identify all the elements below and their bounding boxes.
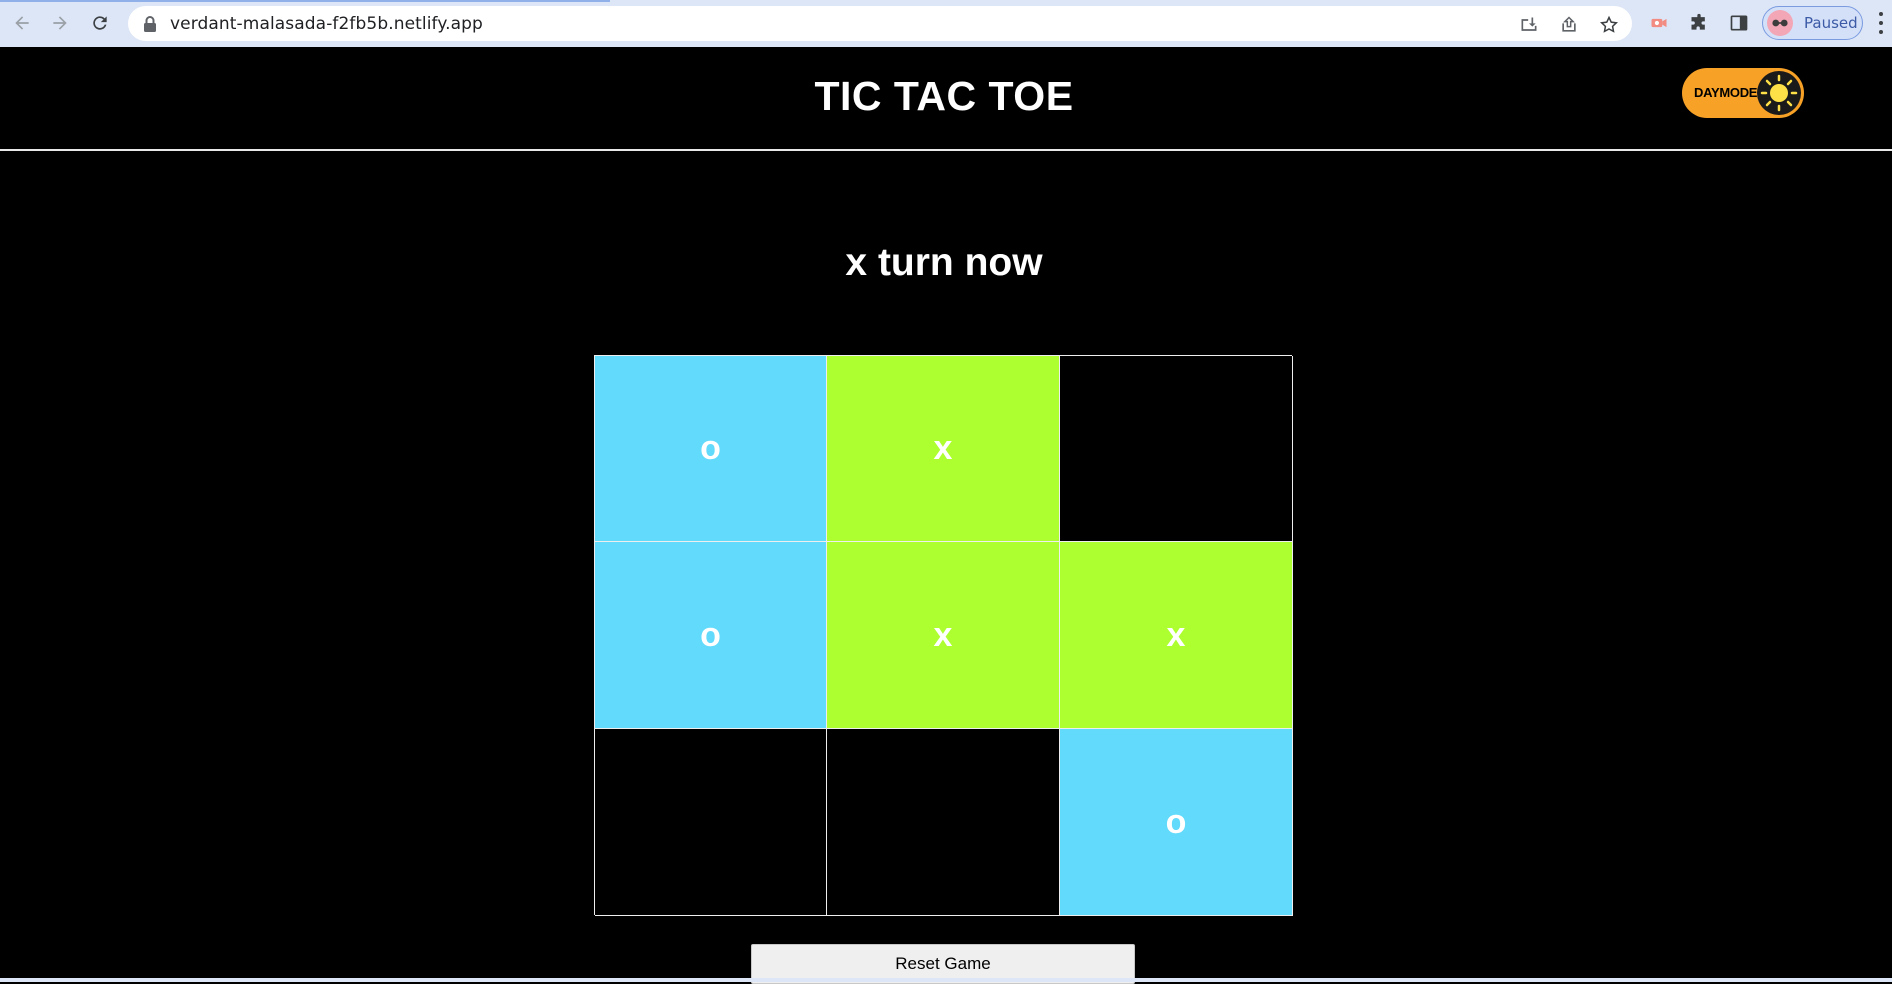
extension-record-icon[interactable] <box>1648 12 1670 34</box>
browser-toolbar: verdant-malasada-f2fb5b.netlify.app Paus… <box>0 0 1892 47</box>
sidepanel-icon[interactable] <box>1728 12 1750 34</box>
reload-icon[interactable] <box>86 9 114 37</box>
puzzle-icon[interactable] <box>1688 12 1710 34</box>
profile-button[interactable]: Paused <box>1762 6 1863 40</box>
board-cell[interactable]: x <box>827 542 1060 729</box>
star-icon[interactable] <box>1598 14 1620 36</box>
window-bottom-edge <box>0 978 1892 982</box>
app-header: TIC TAC TOE DAYMODE <box>0 47 1892 151</box>
tab-strip-indicator <box>0 0 610 2</box>
turn-status: x turn now <box>845 241 1043 284</box>
forward-icon[interactable] <box>46 9 74 37</box>
sun-icon <box>1757 71 1801 115</box>
share-icon[interactable] <box>1558 14 1580 36</box>
board-cell[interactable]: x <box>1060 542 1293 729</box>
board-cell[interactable] <box>1060 356 1293 542</box>
avatar <box>1767 10 1793 36</box>
board-cell[interactable]: x <box>827 356 1060 542</box>
game-board: o x o x x o <box>594 355 1293 916</box>
board-cell[interactable] <box>827 729 1060 916</box>
daymode-label: DAYMODE <box>1694 85 1758 100</box>
board-cell[interactable] <box>595 729 827 916</box>
page: TIC TAC TOE DAYMODE x turn now o x o x x… <box>0 47 1892 984</box>
back-icon[interactable] <box>8 9 36 37</box>
board-cell[interactable]: o <box>595 542 827 729</box>
page-title: TIC TAC TOE <box>814 73 1074 119</box>
menu-icon[interactable] <box>1876 12 1886 34</box>
install-icon[interactable] <box>1518 14 1540 36</box>
board-cell[interactable]: o <box>1060 729 1293 916</box>
address-bar[interactable]: verdant-malasada-f2fb5b.netlify.app <box>128 6 1632 41</box>
board-cell[interactable]: o <box>595 356 827 542</box>
lock-icon[interactable] <box>142 15 158 33</box>
url-text[interactable]: verdant-malasada-f2fb5b.netlify.app <box>170 14 483 34</box>
profile-status: Paused <box>1804 14 1858 32</box>
daymode-toggle[interactable]: DAYMODE <box>1682 68 1804 118</box>
